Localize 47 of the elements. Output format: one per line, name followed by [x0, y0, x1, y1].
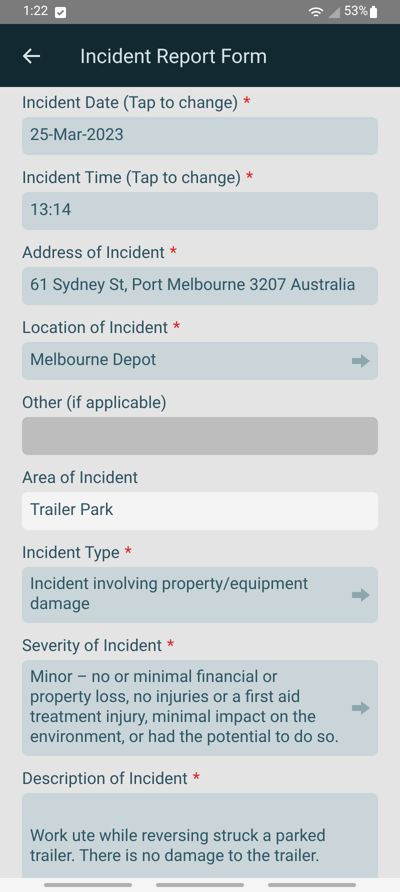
input-field[interactable]: Incident involving property/equipment damage [22, 567, 378, 623]
required-asterisk: * [192, 770, 200, 789]
field-label: Severity of Incident [22, 637, 162, 656]
nav-pill[interactable] [44, 883, 132, 887]
required-asterisk: * [170, 244, 177, 263]
input-field[interactable]: Trailer Park [22, 492, 378, 530]
checkbox-notification-icon [55, 6, 66, 18]
field-label: Location of Incident [22, 319, 168, 338]
field-label: Address of Incident [22, 244, 165, 263]
field-label: Area of Incident [22, 469, 138, 488]
required-asterisk: * [173, 319, 180, 338]
field-value: Trailer Park [30, 501, 114, 520]
battery-icon [370, 6, 377, 18]
required-asterisk: * [167, 637, 174, 656]
field-value: 61 Sydney St, Port Melbourne 3207 Australia [30, 276, 356, 295]
field-label: Other (if applicable) [22, 394, 167, 413]
field-label: Incident Time (Tap to change) [22, 169, 241, 188]
input-field[interactable]: 61 Sydney St, Port Melbourne 3207 Australia [22, 267, 378, 305]
input-field[interactable]: 25-Mar-2023 [22, 117, 378, 155]
wifi-icon [308, 6, 324, 18]
input-field[interactable]: 13:14 [22, 192, 378, 230]
input-field[interactable] [22, 417, 378, 455]
field-label: Description of Incident [22, 770, 188, 789]
field-value: Incident involving property/equipment damage [30, 575, 308, 614]
field-value: 13:14 [30, 201, 72, 220]
field-label: Incident Date (Tap to change) [22, 94, 238, 113]
required-asterisk: * [243, 94, 250, 113]
input-field[interactable]: Minor – no or minimal financial or property loss, no injuries or a first aid treatment injury, minimal impact on the environment, or had the potential to do so. [22, 660, 378, 756]
required-asterisk: * [124, 544, 132, 563]
field-value: Minor – no or minimal financial or property loss, no injuries or a first aid treatment injury, minimal impact on the environment, or had the potential to do so. [30, 668, 340, 747]
nav-pill[interactable] [156, 883, 244, 887]
arrow-right-icon [352, 701, 370, 715]
status-time: 1:22 [23, 3, 48, 22]
battery-percent: 53% [344, 3, 368, 22]
field-value: Melbourne Depot [30, 351, 156, 370]
input-field[interactable]: Melbourne Depot [22, 342, 378, 380]
required-asterisk: * [246, 169, 254, 188]
field-value: Work ute while reversing struck a parked trailer. There is no damage to the trailer. [30, 827, 326, 866]
back-arrow-icon [23, 48, 41, 64]
input-field[interactable]: Work ute while reversing struck a parked trailer. There is no damage to the trailer. [22, 793, 378, 878]
nav-pill[interactable] [268, 883, 356, 887]
signal-icon [328, 6, 340, 18]
field-label: Incident Type [22, 544, 120, 563]
arrow-right-icon [352, 354, 370, 368]
arrow-right-icon [352, 588, 370, 602]
screen-title: Incident Report Form [80, 42, 268, 70]
field-value: 25-Mar-2023 [30, 126, 124, 145]
